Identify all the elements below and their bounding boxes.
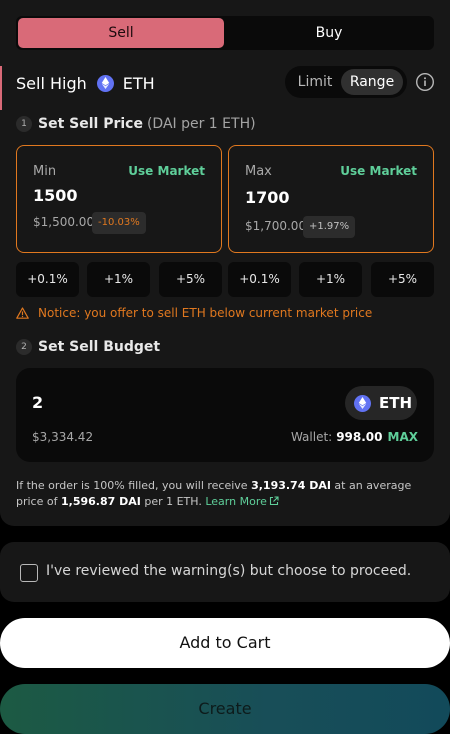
- order-panel: Sell Buy Sell High ETH Limit Range 1 Set…: [0, 0, 450, 526]
- external-link-icon: [269, 496, 279, 506]
- budget-fiat-value: $3,334.42: [32, 430, 94, 444]
- sell-accent-bar: [0, 66, 2, 110]
- wallet-amount: 998.00: [336, 430, 383, 444]
- notice-text: Notice: you offer to sell ETH below curr…: [38, 306, 373, 320]
- mode-range-button[interactable]: Range: [341, 69, 403, 95]
- min-price-card[interactable]: Min Use Market 1500 $1,500.00 -10.03%: [16, 145, 222, 253]
- max-price-card[interactable]: Max Use Market 1700 $1,700.00 +1.97%: [228, 145, 434, 253]
- token-select-button[interactable]: ETH: [345, 386, 417, 420]
- title-token: ETH: [122, 73, 155, 93]
- max-plus-0.1-button[interactable]: +0.1%: [228, 262, 291, 297]
- summary-average-price: 1,596.87 DAI: [60, 495, 141, 508]
- min-price-input[interactable]: 1500: [33, 186, 78, 205]
- tab-sell[interactable]: Sell: [18, 18, 224, 48]
- max-plus-5-button[interactable]: +5%: [371, 262, 434, 297]
- min-pct-badge: -10.03%: [92, 212, 146, 234]
- warning-checkbox[interactable]: [20, 564, 38, 582]
- max-label: Max: [245, 164, 272, 179]
- order-mode-toggle: Limit Range: [285, 66, 407, 98]
- sell-budget-card: 2 ETH $3,334.42 Wallet: 998.00 MAX: [16, 368, 434, 462]
- tab-buy[interactable]: Buy: [226, 18, 432, 48]
- max-price-input[interactable]: 1700: [245, 188, 290, 207]
- summary-receive-amount: 3,193.74 DAI: [251, 479, 331, 492]
- eth-icon: [96, 74, 114, 92]
- step-2-label: Set Sell Budget: [38, 339, 161, 355]
- create-button[interactable]: Create: [0, 684, 450, 734]
- step-2-number: 2: [16, 339, 32, 355]
- max-fiat-value: $1,700.00: [245, 219, 307, 233]
- eth-icon: [354, 394, 371, 412]
- max-pct-badge: +1.97%: [303, 216, 356, 238]
- token-symbol: ETH: [379, 394, 413, 412]
- warning-triangle-icon: [16, 307, 29, 319]
- summary-text-3: per 1 ETH.: [140, 495, 206, 508]
- learn-more-link[interactable]: Learn More: [205, 495, 279, 508]
- wallet-balance: Wallet: 998.00 MAX: [291, 430, 418, 444]
- price-notice: Notice: you offer to sell ETH below curr…: [16, 305, 372, 321]
- warning-checkbox-label[interactable]: I've reviewed the warning(s) but choose …: [46, 563, 411, 579]
- min-plus-1-button[interactable]: +1%: [87, 262, 150, 297]
- mode-limit-button[interactable]: Limit: [289, 69, 341, 95]
- min-fiat-value: $1,500.00: [33, 215, 95, 229]
- sell-buy-tabs: Sell Buy: [16, 16, 434, 50]
- budget-amount-input[interactable]: 2: [32, 393, 43, 412]
- min-plus-0.1-button[interactable]: +0.1%: [16, 262, 79, 297]
- step-1-header: 1 Set Sell Price (DAI per 1 ETH): [16, 115, 256, 133]
- wallet-label: Wallet:: [290, 430, 333, 444]
- learn-more-label: Learn More: [205, 495, 267, 508]
- summary-text-1: If the order is 100% filled, you will re…: [16, 479, 252, 492]
- info-icon[interactable]: [415, 72, 435, 92]
- step-1-number: 1: [16, 116, 32, 132]
- order-title: Sell High ETH: [16, 72, 155, 94]
- min-plus-5-button[interactable]: +5%: [159, 262, 222, 297]
- warning-acknowledge-box: I've reviewed the warning(s) but choose …: [0, 542, 450, 602]
- step-1-sublabel: (DAI per 1 ETH): [146, 116, 256, 132]
- min-use-market-button[interactable]: Use Market: [128, 164, 205, 178]
- max-button[interactable]: MAX: [388, 430, 418, 444]
- order-summary: If the order is 100% filled, you will re…: [16, 478, 434, 510]
- step-1-label: Set Sell Price: [38, 116, 143, 132]
- min-label: Min: [33, 164, 57, 179]
- max-use-market-button[interactable]: Use Market: [340, 164, 417, 178]
- add-to-cart-button[interactable]: Add to Cart: [0, 618, 450, 668]
- title-prefix: Sell High: [16, 73, 87, 93]
- max-plus-1-button[interactable]: +1%: [299, 262, 362, 297]
- step-2-header: 2 Set Sell Budget: [16, 338, 160, 356]
